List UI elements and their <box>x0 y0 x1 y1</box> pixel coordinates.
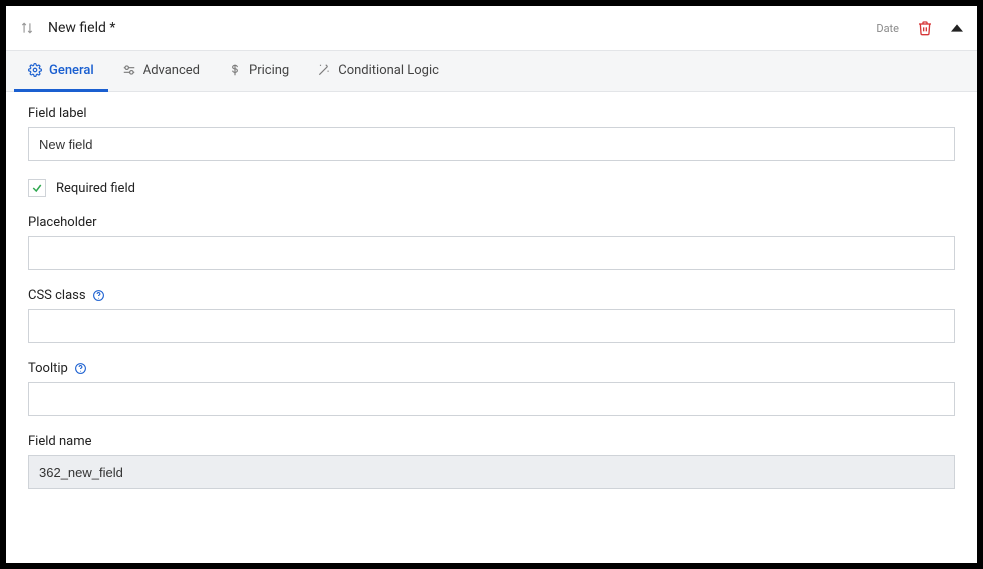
help-icon[interactable] <box>74 362 87 375</box>
css-class-label: CSS class <box>28 288 86 303</box>
tab-content-general: Field label Required field Placeholder C… <box>6 92 977 563</box>
tab-label: Pricing <box>249 63 289 78</box>
tab-general[interactable]: General <box>14 51 108 92</box>
tab-advanced[interactable]: Advanced <box>108 51 214 92</box>
magic-wand-icon <box>317 63 331 77</box>
help-icon[interactable] <box>92 289 105 302</box>
delete-icon[interactable] <box>917 20 933 36</box>
field-type-label: Date <box>876 22 899 35</box>
dollar-icon <box>228 63 242 77</box>
field-label-label: Field label <box>28 106 955 121</box>
field-name-label: Field name <box>28 434 955 449</box>
collapse-icon[interactable] <box>951 22 963 34</box>
tab-pricing[interactable]: Pricing <box>214 51 303 92</box>
field-name-input <box>28 455 955 489</box>
css-class-input[interactable] <box>28 309 955 343</box>
field-label-input[interactable] <box>28 127 955 161</box>
tooltip-label: Tooltip <box>28 361 68 376</box>
tab-label: Advanced <box>143 63 200 78</box>
tab-conditional-logic[interactable]: Conditional Logic <box>303 51 453 92</box>
sliders-icon <box>122 63 136 77</box>
placeholder-label: Placeholder <box>28 215 955 230</box>
tab-label: General <box>49 63 94 78</box>
gear-icon <box>28 63 42 77</box>
tooltip-input[interactable] <box>28 382 955 416</box>
placeholder-input[interactable] <box>28 236 955 270</box>
field-title: New field * <box>48 20 115 36</box>
field-header: New field * Date <box>6 6 977 50</box>
tabs-bar: General Advanced Pricing <box>6 50 977 92</box>
drag-handle-icon[interactable] <box>20 21 34 35</box>
required-checkbox[interactable] <box>28 179 46 197</box>
tab-label: Conditional Logic <box>338 63 439 78</box>
required-label: Required field <box>56 181 135 196</box>
